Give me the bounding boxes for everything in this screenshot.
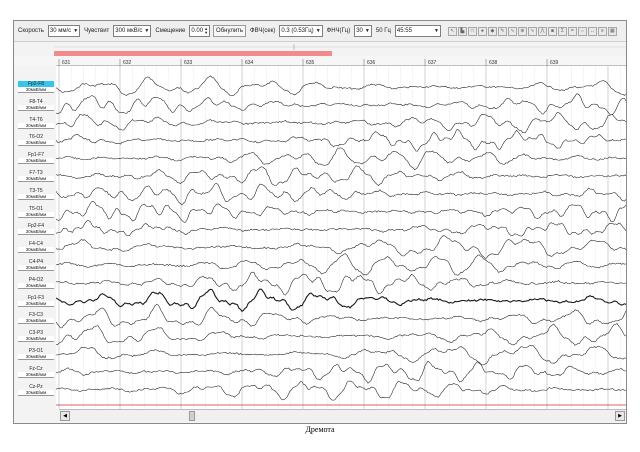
spike-icon[interactable]: ⋀	[537, 26, 547, 36]
scroll-right-icon[interactable]: ▶	[615, 411, 625, 421]
channel-label[interactable]: C4-P4 30мкВ/мм	[18, 259, 54, 271]
channel-label[interactable]: F4-C4 30мкВ/мм	[18, 241, 54, 254]
speed-value: 30 мм/с	[49, 28, 72, 34]
channel-label[interactable]: P4-O2 30мкВ/мм	[18, 277, 54, 289]
brush-icon[interactable]: ✎	[497, 26, 507, 36]
channel-label[interactable]: Fp2-F4 30мкВ/мм	[18, 223, 54, 236]
eeg-trace-area	[56, 66, 626, 409]
channel-scale: 30мкВ/мм	[18, 158, 54, 165]
lff-select[interactable]: 30 ▼	[354, 25, 372, 37]
sensitivity-select[interactable]: 300 мкВ/с ▼	[113, 25, 152, 37]
channel-scale: 30мкВ/мм	[18, 122, 54, 129]
sensitivity-value: 300 мкВ/с	[115, 28, 143, 34]
channel-scale: 30мкВ/мм	[18, 354, 54, 360]
eeg-viewer-window: Скорость 30 мм/с ▼ Чувствит 300 мкВ/с ▼ См…	[13, 20, 627, 424]
channel-scale: 30мкВ/мм	[18, 193, 54, 200]
wave-filter-icon[interactable]: ∿	[527, 26, 537, 36]
channel-label[interactable]: F3-C3 30мкВ/мм	[18, 312, 54, 325]
channel-label[interactable]: C3-P3 30мкВ/мм	[18, 330, 54, 343]
channel-scale: 30мкВ/мм	[18, 265, 54, 271]
channel-label[interactable]: Fz-Cz 30мкВ/мм	[18, 366, 54, 378]
marker-icon[interactable]: ▙	[457, 26, 467, 36]
chevron-down-icon: ▼	[315, 28, 321, 34]
chevron-down-icon: ▼	[433, 28, 439, 34]
channel-scale: 30мкВ/мм	[18, 247, 54, 254]
marker-bar	[54, 44, 626, 56]
channel-scale: 30мкВ/мм	[18, 389, 54, 396]
time-ruler: 631 632 633 634 635 636 637 638 639	[14, 56, 626, 66]
offset-stepper[interactable]: 0.00 ▲ ▼	[189, 25, 211, 37]
channel-scale: 30мкВ/мм	[18, 336, 54, 343]
channel-scale: 30мкВ/мм	[18, 140, 54, 147]
zoom-icon[interactable]: ↔	[587, 26, 597, 36]
channel-label[interactable]: T6-O2 30мкВ/мм	[18, 134, 54, 147]
lff-value: 30	[356, 28, 363, 34]
channel-label[interactable]: P3-O1 30мкВ/мм	[18, 348, 54, 360]
channel-scale: 30мкВ/мм	[18, 176, 54, 182]
channel-label[interactable]: Fp2-F8 30мкВ/мм	[18, 81, 54, 93]
channel-scale: 30мкВ/мм	[18, 318, 54, 325]
list-icon[interactable]: ≡	[597, 26, 607, 36]
channel-scale: 30мкВ/мм	[18, 282, 54, 289]
channel-scale: 30мкВ/мм	[18, 300, 54, 307]
cursor-icon[interactable]: ↖	[447, 26, 457, 36]
chevron-down-icon: ▼	[144, 28, 150, 34]
channel-label[interactable]: Cz-Pz 30мкВ/мм	[18, 384, 54, 396]
stepper-arrows-icon[interactable]: ▲ ▼	[204, 27, 208, 35]
channel-label[interactable]: T4-T6 30мкВ/мм	[18, 117, 54, 129]
wave-icon[interactable]: ∿	[507, 26, 517, 36]
chevron-down-icon: ▼	[364, 28, 370, 34]
fill-icon[interactable]: ◆	[487, 26, 497, 36]
toolbar-icons: ↖ ▙ □ ● ◆ ✎ ∿ ⊕ ∿ ⋀ ■ Σ = ⇔ ↔ ≡ ▦	[447, 26, 617, 36]
channel-scale: 30мкВ/мм	[18, 211, 54, 218]
toolbar: Скорость 30 мм/с ▼ Чувствит 300 мкВ/с ▼ См…	[14, 21, 626, 42]
hff-label: ФВЧ(сек)	[250, 28, 276, 34]
square-icon[interactable]: ■	[547, 26, 557, 36]
reset-button[interactable]: Обнулить	[213, 25, 247, 37]
sigma-icon[interactable]: Σ	[557, 26, 567, 36]
time-value: 45:55	[396, 28, 412, 34]
sensitivity-label: Чувствит	[84, 28, 110, 34]
channel-label[interactable]: F8-T4 30мкВ/мм	[18, 99, 54, 111]
channel-scale: 30мкВ/мм	[18, 229, 54, 236]
channel-label[interactable]: Fp1-F7 30мкВ/мм	[18, 152, 54, 165]
scroll-thumb[interactable]	[189, 411, 195, 421]
time-select[interactable]: 45:55 ▼	[394, 25, 441, 37]
horizontal-scrollbar[interactable]: ◀ ▶	[59, 409, 626, 421]
circle-icon[interactable]: ●	[477, 26, 487, 36]
channel-scale: 30мкВ/мм	[18, 104, 54, 111]
lff-label: ФНЧ(Гц)	[326, 28, 351, 34]
offset-value: 0.00	[191, 28, 204, 34]
notch-label: 50 Гц	[375, 28, 391, 34]
channel-label[interactable]: T5-O1 30мкВ/мм	[18, 206, 54, 218]
channel-label[interactable]: T3-T5 30мкВ/мм	[18, 188, 54, 200]
target-icon[interactable]: ⊕	[517, 26, 527, 36]
channel-label[interactable]: Fp1-F3 30мкВ/мм	[18, 295, 54, 307]
arrows-icon[interactable]: ⇔	[577, 26, 587, 36]
speed-select[interactable]: 30 мм/с ▼	[47, 25, 81, 37]
chevron-down-icon: ▼	[73, 28, 79, 34]
channel-scale: 30мкВ/мм	[18, 87, 54, 93]
scroll-left-icon[interactable]: ◀	[60, 411, 70, 421]
equal-icon[interactable]: =	[567, 26, 577, 36]
grid-icon[interactable]: ▦	[607, 26, 617, 36]
hff-select[interactable]: 0.3 (0.53Гц) ▼	[279, 25, 323, 37]
hff-value: 0.3 (0.53Гц)	[281, 28, 314, 34]
channel-scale: 30мкВ/мм	[18, 371, 54, 378]
rectangle-icon[interactable]: □	[467, 26, 477, 36]
channel-label[interactable]: F7-T3 30мкВ/мм	[18, 170, 54, 182]
offset-label: Смещение	[155, 28, 186, 34]
figure-caption: Дремота	[305, 425, 335, 434]
speed-label: Скорость	[18, 28, 44, 34]
